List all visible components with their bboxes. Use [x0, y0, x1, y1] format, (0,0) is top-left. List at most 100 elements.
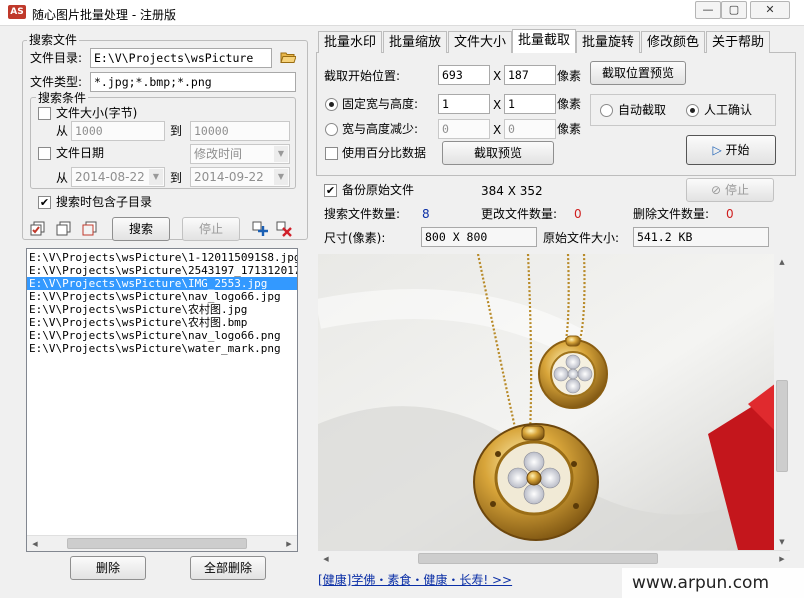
start-button[interactable]: ▷ 开始 — [686, 135, 776, 165]
x-separator: X — [493, 98, 502, 112]
chevron-down-icon: ▼ — [274, 146, 288, 162]
backup-checkbox[interactable]: ✔ — [324, 184, 337, 197]
app-logo-icon: AS — [8, 5, 26, 19]
search-count-value: 8 — [422, 207, 430, 221]
stop-search-button[interactable]: 停止 — [182, 217, 240, 241]
play-icon: ▷ — [712, 143, 722, 157]
reduce-size-radio[interactable] — [325, 123, 338, 136]
file-list-item[interactable]: E:\V\Projects\wsPicture\IMG_2553.jpg — [27, 277, 297, 290]
deleted-count-value: 0 — [726, 207, 734, 221]
crop-preview-button[interactable]: 截取预览 — [442, 141, 554, 165]
file-list-item[interactable]: E:\V\Projects\wsPicture\2543197_17131201… — [27, 264, 297, 277]
subdir-checkbox[interactable]: ✔ — [38, 196, 51, 209]
search-count-label: 搜索文件数量: — [324, 207, 401, 221]
date-mode-value: 修改时间 — [194, 147, 243, 161]
copy-icon[interactable] — [82, 221, 98, 237]
scroll-up-icon[interactable]: ▲ — [775, 255, 789, 269]
start-x-field[interactable]: 693 — [438, 65, 490, 85]
scroll-right-icon[interactable]: ▶ — [282, 537, 296, 551]
reduce-width-field[interactable]: 0 — [438, 119, 490, 139]
date-mode-select[interactable]: 修改时间 ▼ — [190, 144, 290, 164]
search-button[interactable]: 搜索 — [112, 217, 170, 241]
stop-button[interactable]: ⊘ 停止 — [686, 178, 774, 202]
size-from-label: 从 — [56, 124, 69, 138]
fixed-unit: 像素 — [557, 97, 582, 111]
tab-4[interactable]: 批量旋转 — [576, 31, 641, 53]
date-label: 文件日期 — [56, 146, 105, 160]
fixed-size-radio[interactable] — [325, 98, 338, 111]
delete-button[interactable]: 删除 — [70, 556, 146, 580]
start-y-field[interactable]: 187 — [504, 65, 556, 85]
scroll-right-icon[interactable]: ▶ — [775, 552, 789, 566]
percent-checkbox[interactable] — [325, 147, 338, 160]
file-list-item[interactable]: E:\V\Projects\wsPicture\1-120115091S8.jp… — [27, 251, 297, 264]
pixel-size-label: 尺寸(像素): — [324, 231, 386, 245]
file-list-item[interactable]: E:\V\Projects\wsPicture\农村图.jpg — [27, 303, 297, 316]
search-group-title: 搜索文件 — [27, 33, 80, 47]
chevron-down-icon: ▼ — [149, 169, 163, 185]
image-horizontal-scrollbar[interactable]: ◀ ▶ — [318, 550, 790, 566]
image-dimensions: 384 X 352 — [481, 184, 543, 198]
auto-crop-radio[interactable] — [600, 104, 613, 117]
preview-position-button[interactable]: 截取位置预览 — [590, 61, 686, 85]
remove-icon[interactable] — [276, 221, 292, 237]
scroll-thumb[interactable] — [67, 538, 247, 549]
image-vertical-scrollbar[interactable]: ▲ ▼ — [774, 254, 790, 550]
size-from-field[interactable]: 1000 — [71, 121, 165, 141]
reduce-size-label: 宽与高度减少: — [342, 122, 419, 136]
tab-5[interactable]: 修改颜色 — [641, 31, 706, 53]
date-to-picker[interactable]: 2014-09-22 ▼ — [190, 167, 290, 187]
date-to-label: 到 — [170, 171, 183, 185]
fixed-height-field[interactable]: 1 — [504, 94, 556, 114]
image-scroll-thumb[interactable] — [776, 380, 788, 472]
restore-button[interactable]: ▢ — [721, 1, 747, 19]
tab-1[interactable]: 批量缩放 — [383, 31, 448, 53]
manual-confirm-radio[interactable] — [686, 104, 699, 117]
check-all-icon[interactable] — [30, 221, 46, 237]
pendant-photo — [318, 254, 788, 550]
file-list-item[interactable]: E:\V\Projects\wsPicture\nav_logo66.jpg — [27, 290, 297, 303]
dir-field[interactable]: E:\V\Projects\wsPicture — [90, 48, 272, 68]
date-from-picker[interactable]: 2014-08-22 ▼ — [71, 167, 165, 187]
folder-open-icon[interactable] — [280, 50, 297, 66]
file-list-item[interactable]: E:\V\Projects\wsPicture\nav_logo66.png — [27, 329, 297, 342]
image-scroll-thumb-h[interactable] — [418, 553, 658, 564]
date-from-value: 2014-08-22 — [75, 170, 145, 184]
auto-crop-label: 自动截取 — [618, 103, 667, 117]
image-preview[interactable] — [318, 254, 788, 550]
type-label: 文件类型: — [30, 75, 83, 89]
reduce-unit: 像素 — [557, 122, 582, 136]
window-title: 随心图片批量处理 - 注册版 — [32, 8, 176, 22]
scroll-left-icon[interactable]: ◀ — [319, 552, 333, 566]
file-list-item[interactable]: E:\V\Projects\wsPicture\农村图.bmp — [27, 316, 297, 329]
tab-6[interactable]: 关于帮助 — [706, 31, 771, 53]
size-label: 文件大小(字节) — [56, 106, 138, 120]
horizontal-scrollbar[interactable]: ◀ ▶ — [27, 535, 297, 551]
scroll-left-icon[interactable]: ◀ — [28, 537, 42, 551]
crop-start-label: 截取开始位置: — [324, 69, 401, 83]
footer-link[interactable]: [健康]学佛・素食・健康・长寿! >> — [318, 572, 512, 588]
file-rows: E:\V\Projects\wsPicture\1-120115091S8.jp… — [27, 249, 297, 355]
type-field[interactable]: *.jpg;*.bmp;*.png — [90, 72, 296, 92]
delete-all-button[interactable]: 全部删除 — [190, 556, 266, 580]
deleted-count-label: 删除文件数量: — [633, 207, 710, 221]
tab-0[interactable]: 批量水印 — [318, 31, 383, 53]
file-list[interactable]: E:\V\Projects\wsPicture\1-120115091S8.jp… — [26, 248, 298, 552]
reduce-height-field[interactable]: 0 — [504, 119, 556, 139]
stop-icon: ⊘ — [711, 183, 722, 197]
copy-icon[interactable] — [56, 221, 72, 237]
minimize-button[interactable]: — — [695, 1, 721, 19]
manual-confirm-label: 人工确认 — [704, 103, 753, 117]
tab-3[interactable]: 批量截取 — [512, 29, 577, 53]
file-list-item[interactable]: E:\V\Projects\wsPicture\water_mark.png — [27, 342, 297, 355]
size-checkbox[interactable] — [38, 107, 51, 120]
tab-2[interactable]: 文件大小 — [448, 31, 513, 53]
changed-count-value: 0 — [574, 207, 582, 221]
date-checkbox[interactable] — [38, 147, 51, 160]
fixed-width-field[interactable]: 1 — [438, 94, 490, 114]
scroll-down-icon[interactable]: ▼ — [775, 535, 789, 549]
close-button[interactable]: ✕ — [750, 1, 790, 19]
date-from-label: 从 — [56, 171, 69, 185]
add-icon[interactable] — [252, 221, 268, 237]
size-to-field[interactable]: 10000 — [190, 121, 290, 141]
